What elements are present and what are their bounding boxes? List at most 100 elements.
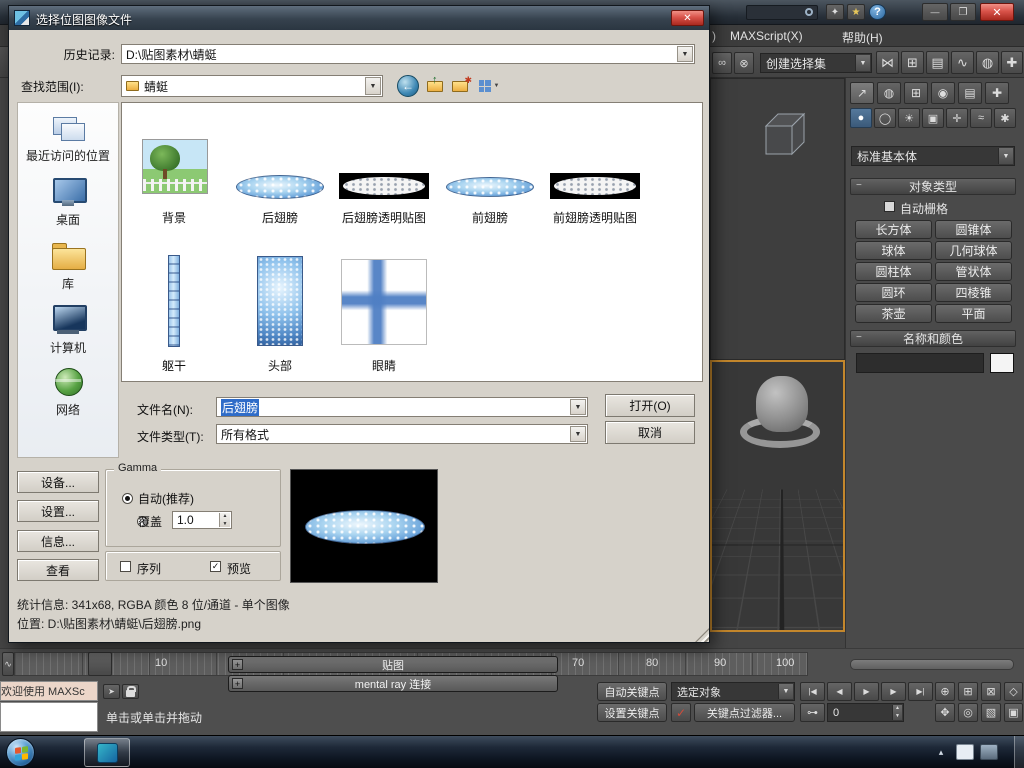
help-icon[interactable]: ? [869,4,886,20]
thumb-head[interactable] [257,256,303,346]
button-plane[interactable]: 平面 [935,304,1012,323]
setup-button[interactable]: 设置... [17,500,99,522]
orbit-tool[interactable]: ◎ [958,703,978,722]
tray-expand-icon[interactable]: ▴ [934,744,948,761]
rollout-maps[interactable]: + 贴图 [228,656,558,673]
previous-frame-button[interactable]: ◀ [827,682,852,701]
subtab-cameras[interactable]: ▣ [922,108,944,128]
frame-spinner[interactable]: ▲ ▼ [892,705,902,720]
file-name[interactable]: 眼睛 [334,357,434,374]
selection-lock-icon[interactable] [122,684,139,699]
zoom-extents-tool[interactable]: ⊠ [981,682,1001,701]
button-tube[interactable]: 管状体 [935,262,1012,281]
favorites-star-icon[interactable]: ★ [847,4,865,20]
thumb-front-wing[interactable] [446,177,534,197]
tab-create[interactable]: ↗ [850,82,874,104]
file-name[interactable]: 前翅膀 [440,209,540,226]
chevron-down-icon[interactable]: ▼ [570,426,586,442]
cancel-button[interactable]: 取消 [605,421,695,444]
new-folder-button[interactable]: ✱ [449,75,473,97]
play-button[interactable]: ▶ [854,682,879,701]
time-slider-handle[interactable] [88,652,112,676]
menu-help[interactable]: 帮助(H) [842,29,883,46]
thumb-eyes[interactable] [341,259,427,345]
expand-icon[interactable]: + [232,678,243,689]
mirror-tool-icon[interactable]: ⋈ [876,51,899,74]
devices-button[interactable]: 设备... [17,471,99,493]
fov-tool[interactable]: ◇ [1004,682,1023,701]
align-tool-icon[interactable]: ⊞ [901,51,924,74]
rollout-name-color[interactable]: − 名称和颜色 [850,330,1016,347]
rollout-mentalray[interactable]: + mental ray 连接 [228,675,558,692]
go-to-start-button[interactable]: |◀ [800,682,825,701]
tab-motion[interactable]: ◉ [931,82,955,104]
filename-input[interactable]: 后翅膀 ▼ [216,397,588,417]
back-button[interactable]: ← [397,75,419,97]
thumb-rear-wing-mask[interactable] [339,173,429,199]
key-filters-button[interactable]: 关键点过滤器... [694,703,795,722]
place-network[interactable]: 网络 [18,365,118,418]
zoom-all-tool[interactable]: ⊞ [958,682,978,701]
sequence-checkbox[interactable] [120,561,131,572]
button-box[interactable]: 长方体 [855,220,932,239]
up-one-level-button[interactable]: ↑ [423,74,447,97]
primitive-category-combo[interactable]: 标准基本体 ▼ [851,146,1015,166]
subtab-helpers[interactable]: ✛ [946,108,968,128]
place-libraries[interactable]: 库 [18,239,118,292]
open-button[interactable]: 打开(O) [605,394,695,417]
region-zoom-tool[interactable]: ▧ [981,703,1001,722]
chevron-down-icon[interactable]: ▼ [570,399,586,415]
view-button[interactable]: 查看 [17,559,99,581]
pan-tool[interactable]: ✥ [935,703,955,722]
file-name[interactable]: 后翅膀透明贴图 [334,209,434,226]
close-button[interactable]: ✕ [980,3,1014,21]
chevron-down-icon[interactable]: ▼ [365,77,381,95]
subtab-lights[interactable]: ☀ [898,108,920,128]
chevron-down-icon[interactable]: ▼ [677,46,693,62]
button-cylinder[interactable]: 圆柱体 [855,262,932,281]
selection-filter-icon[interactable]: ➤ [103,684,120,699]
tab-display[interactable]: ▤ [958,82,982,104]
minimize-button[interactable]: — [922,3,948,21]
preview-checkbox[interactable]: ✓ [210,561,221,572]
button-pyramid[interactable]: 四棱锥 [935,283,1012,302]
thumb-front-wing-mask[interactable] [550,173,640,199]
curve-editor-icon[interactable]: ∿ [951,51,974,74]
chevron-down-icon[interactable]: ▼ [778,684,793,699]
key-mode-toggle[interactable]: ⊶ [800,703,825,722]
file-name[interactable]: 前翅膀透明贴图 [545,209,645,226]
place-recent-locations[interactable]: 最近访问的位置 [18,111,118,164]
thumb-rear-wing[interactable] [236,175,324,199]
object-name-input[interactable] [856,353,984,373]
file-name[interactable]: 背景 [124,209,224,226]
named-selection-set-combo[interactable]: 创建选择集 ▼ [760,53,872,73]
next-frame-button[interactable]: ▶ [881,682,906,701]
thumb-background[interactable] [142,139,208,194]
mini-curve-editor-button[interactable]: ∿ [2,652,14,676]
schematic-view-icon[interactable]: ◍ [976,51,999,74]
selection-set-filter-combo[interactable]: 选定对象 ▼ [671,682,795,701]
button-torus[interactable]: 圆环 [855,283,932,302]
material-editor-icon[interactable]: ✚ [1001,51,1023,74]
chevron-down-icon[interactable]: ▼ [855,55,870,71]
object-color-swatch[interactable] [990,353,1014,373]
button-cone[interactable]: 圆锥体 [935,220,1012,239]
timeline-scrollbar[interactable] [850,659,1014,670]
file-name[interactable]: 头部 [230,357,330,374]
gamma-auto-radio[interactable] [122,493,133,504]
start-button[interactable] [6,738,35,767]
maxscript-mini-listener[interactable]: 欢迎使用 MAXSc [0,681,98,701]
maximize-viewport-toggle[interactable]: ▣ [1004,703,1023,722]
button-geosphere[interactable]: 几何球体 [935,241,1012,260]
maxscript-input-line[interactable] [0,702,98,732]
unlink-tool-icon[interactable]: ⊗ [734,52,754,74]
auto-key-button[interactable]: 自动关键点 [597,682,667,701]
viewport-perspective[interactable] [710,360,845,632]
filetype-combo[interactable]: 所有格式 ▼ [216,424,588,444]
current-frame-field[interactable]: 0 ▲ ▼ [827,703,904,722]
history-combo[interactable]: D:\贴图素材\蜻蜓 ▼ [121,44,695,64]
link-tool-icon[interactable]: ∞ [712,52,732,74]
dialog-close-button[interactable]: ✕ [671,10,704,26]
button-sphere[interactable]: 球体 [855,241,932,260]
expand-icon[interactable]: + [232,659,243,670]
